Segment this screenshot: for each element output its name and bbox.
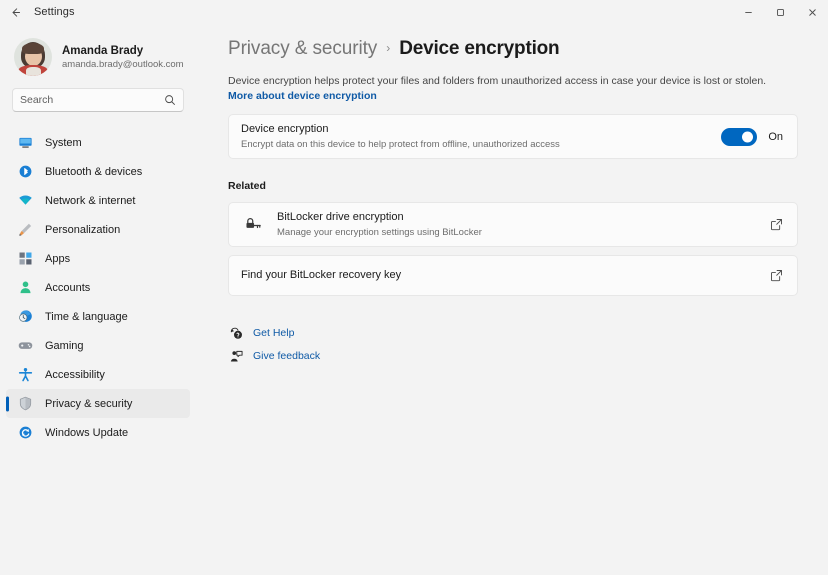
give-feedback-icon — [228, 350, 244, 363]
account-summary[interactable]: Amanda Brady amanda.brady@outlook.com — [0, 32, 196, 82]
accessibility-person-icon — [16, 366, 34, 384]
page-title: Device encryption — [399, 38, 560, 59]
bluetooth-icon — [16, 163, 34, 181]
get-help-label: Get Help — [253, 327, 295, 339]
bitlocker-drive-encryption-card[interactable]: BitLocker drive encryption Manage your e… — [228, 202, 798, 247]
device-encryption-toggle[interactable] — [721, 127, 758, 146]
back-arrow-icon — [9, 6, 22, 19]
clock-globe-icon — [16, 308, 34, 326]
give-feedback-label: Give feedback — [253, 350, 321, 362]
give-feedback-link[interactable]: Give feedback — [228, 345, 798, 367]
breadcrumb: Privacy & security › Device encryption — [228, 24, 798, 62]
related-heading: Related — [228, 180, 266, 192]
maximize-button[interactable] — [764, 0, 796, 24]
sidebar-item-label: Accounts — [45, 281, 91, 294]
chevron-right-icon: › — [386, 41, 391, 55]
external-link-icon[interactable] — [770, 218, 783, 231]
shield-icon — [16, 395, 34, 413]
wifi-icon — [16, 192, 34, 210]
sidebar-item-accounts[interactable]: Accounts — [6, 273, 190, 302]
toggle-knob — [742, 131, 754, 142]
settings-window: Settings Amanda Brady amanda.brady@outlo… — [0, 0, 828, 575]
breadcrumb-parent[interactable]: Privacy & security — [228, 38, 377, 60]
external-link-icon[interactable] — [770, 269, 783, 282]
maximize-icon — [775, 7, 786, 18]
sidebar-item-label: Apps — [45, 252, 71, 265]
page-description-text: Device encryption helps protect your fil… — [228, 75, 767, 87]
close-icon — [807, 7, 818, 18]
main-content: Privacy & security › Device encryption D… — [196, 24, 828, 575]
title-bar: Settings — [0, 0, 828, 24]
sidebar-item-label: Accessibility — [45, 368, 105, 381]
device-encryption-title: Device encryption — [241, 123, 329, 135]
sidebar: Amanda Brady amanda.brady@outlook.com Se… — [0, 24, 196, 575]
get-help-link[interactable]: Get Help — [228, 322, 798, 344]
sidebar-item-label: Bluetooth & devices — [45, 165, 143, 178]
avatar — [14, 38, 52, 76]
sidebar-item-label: Personalization — [45, 223, 121, 236]
person-icon — [16, 279, 34, 297]
sidebar-item-label: Privacy & security — [45, 397, 133, 410]
learn-more-link[interactable]: More about device encryption — [228, 90, 377, 102]
sidebar-item-label: Windows Update — [45, 426, 129, 439]
device-encryption-subtitle: Encrypt data on this device to help prot… — [241, 139, 560, 150]
sidebar-item-label: Network & internet — [45, 194, 136, 207]
minimize-button[interactable] — [732, 0, 764, 24]
bitlocker-lock-key-icon — [241, 215, 265, 234]
sidebar-item-system[interactable]: System — [6, 128, 190, 157]
apps-grid-icon — [16, 250, 34, 268]
search-icon — [164, 94, 176, 106]
sidebar-nav: System Bluetooth & devices Network & int… — [0, 128, 196, 575]
sidebar-item-privacy-security[interactable]: Privacy & security — [6, 389, 190, 418]
refresh-icon — [16, 424, 34, 442]
search-container: Search — [0, 82, 196, 112]
sidebar-item-network-internet[interactable]: Network & internet — [6, 186, 190, 215]
page-description: Device encryption helps protect your fil… — [228, 74, 794, 104]
back-button[interactable] — [0, 0, 30, 24]
window-body: Amanda Brady amanda.brady@outlook.com Se… — [0, 24, 828, 575]
minimize-icon — [743, 7, 754, 18]
sidebar-item-personalization[interactable]: Personalization — [6, 215, 190, 244]
paintbrush-icon — [16, 221, 34, 239]
sidebar-item-accessibility[interactable]: Accessibility — [6, 360, 190, 389]
account-email: amanda.brady@outlook.com — [62, 58, 184, 70]
help-links: Get Help Give feedback — [228, 322, 798, 367]
bitlocker-title: BitLocker drive encryption — [277, 211, 404, 223]
search-placeholder: Search — [20, 94, 54, 106]
recovery-key-title: Find your BitLocker recovery key — [241, 269, 402, 281]
toggle-state-label: On — [768, 130, 783, 143]
monitor-icon — [16, 134, 34, 152]
sidebar-item-apps[interactable]: Apps — [6, 244, 190, 273]
close-button[interactable] — [796, 0, 828, 24]
sidebar-item-windows-update[interactable]: Windows Update — [6, 418, 190, 447]
gamepad-icon — [16, 337, 34, 355]
search-input[interactable]: Search — [12, 88, 184, 112]
device-encryption-card: Device encryption Encrypt data on this d… — [228, 114, 798, 159]
bitlocker-recovery-key-card[interactable]: Find your BitLocker recovery key — [228, 255, 798, 296]
sidebar-item-label: System — [45, 136, 82, 149]
get-help-icon — [228, 327, 244, 340]
sidebar-item-bluetooth-devices[interactable]: Bluetooth & devices — [6, 157, 190, 186]
sidebar-item-time-language[interactable]: Time & language — [6, 302, 190, 331]
window-title: Settings — [34, 6, 75, 18]
account-name: Amanda Brady — [62, 44, 144, 57]
sidebar-item-label: Gaming — [45, 339, 84, 352]
sidebar-item-gaming[interactable]: Gaming — [6, 331, 190, 360]
bitlocker-subtitle: Manage your encryption settings using Bi… — [277, 227, 482, 238]
window-controls — [732, 0, 828, 24]
sidebar-item-label: Time & language — [45, 310, 128, 323]
